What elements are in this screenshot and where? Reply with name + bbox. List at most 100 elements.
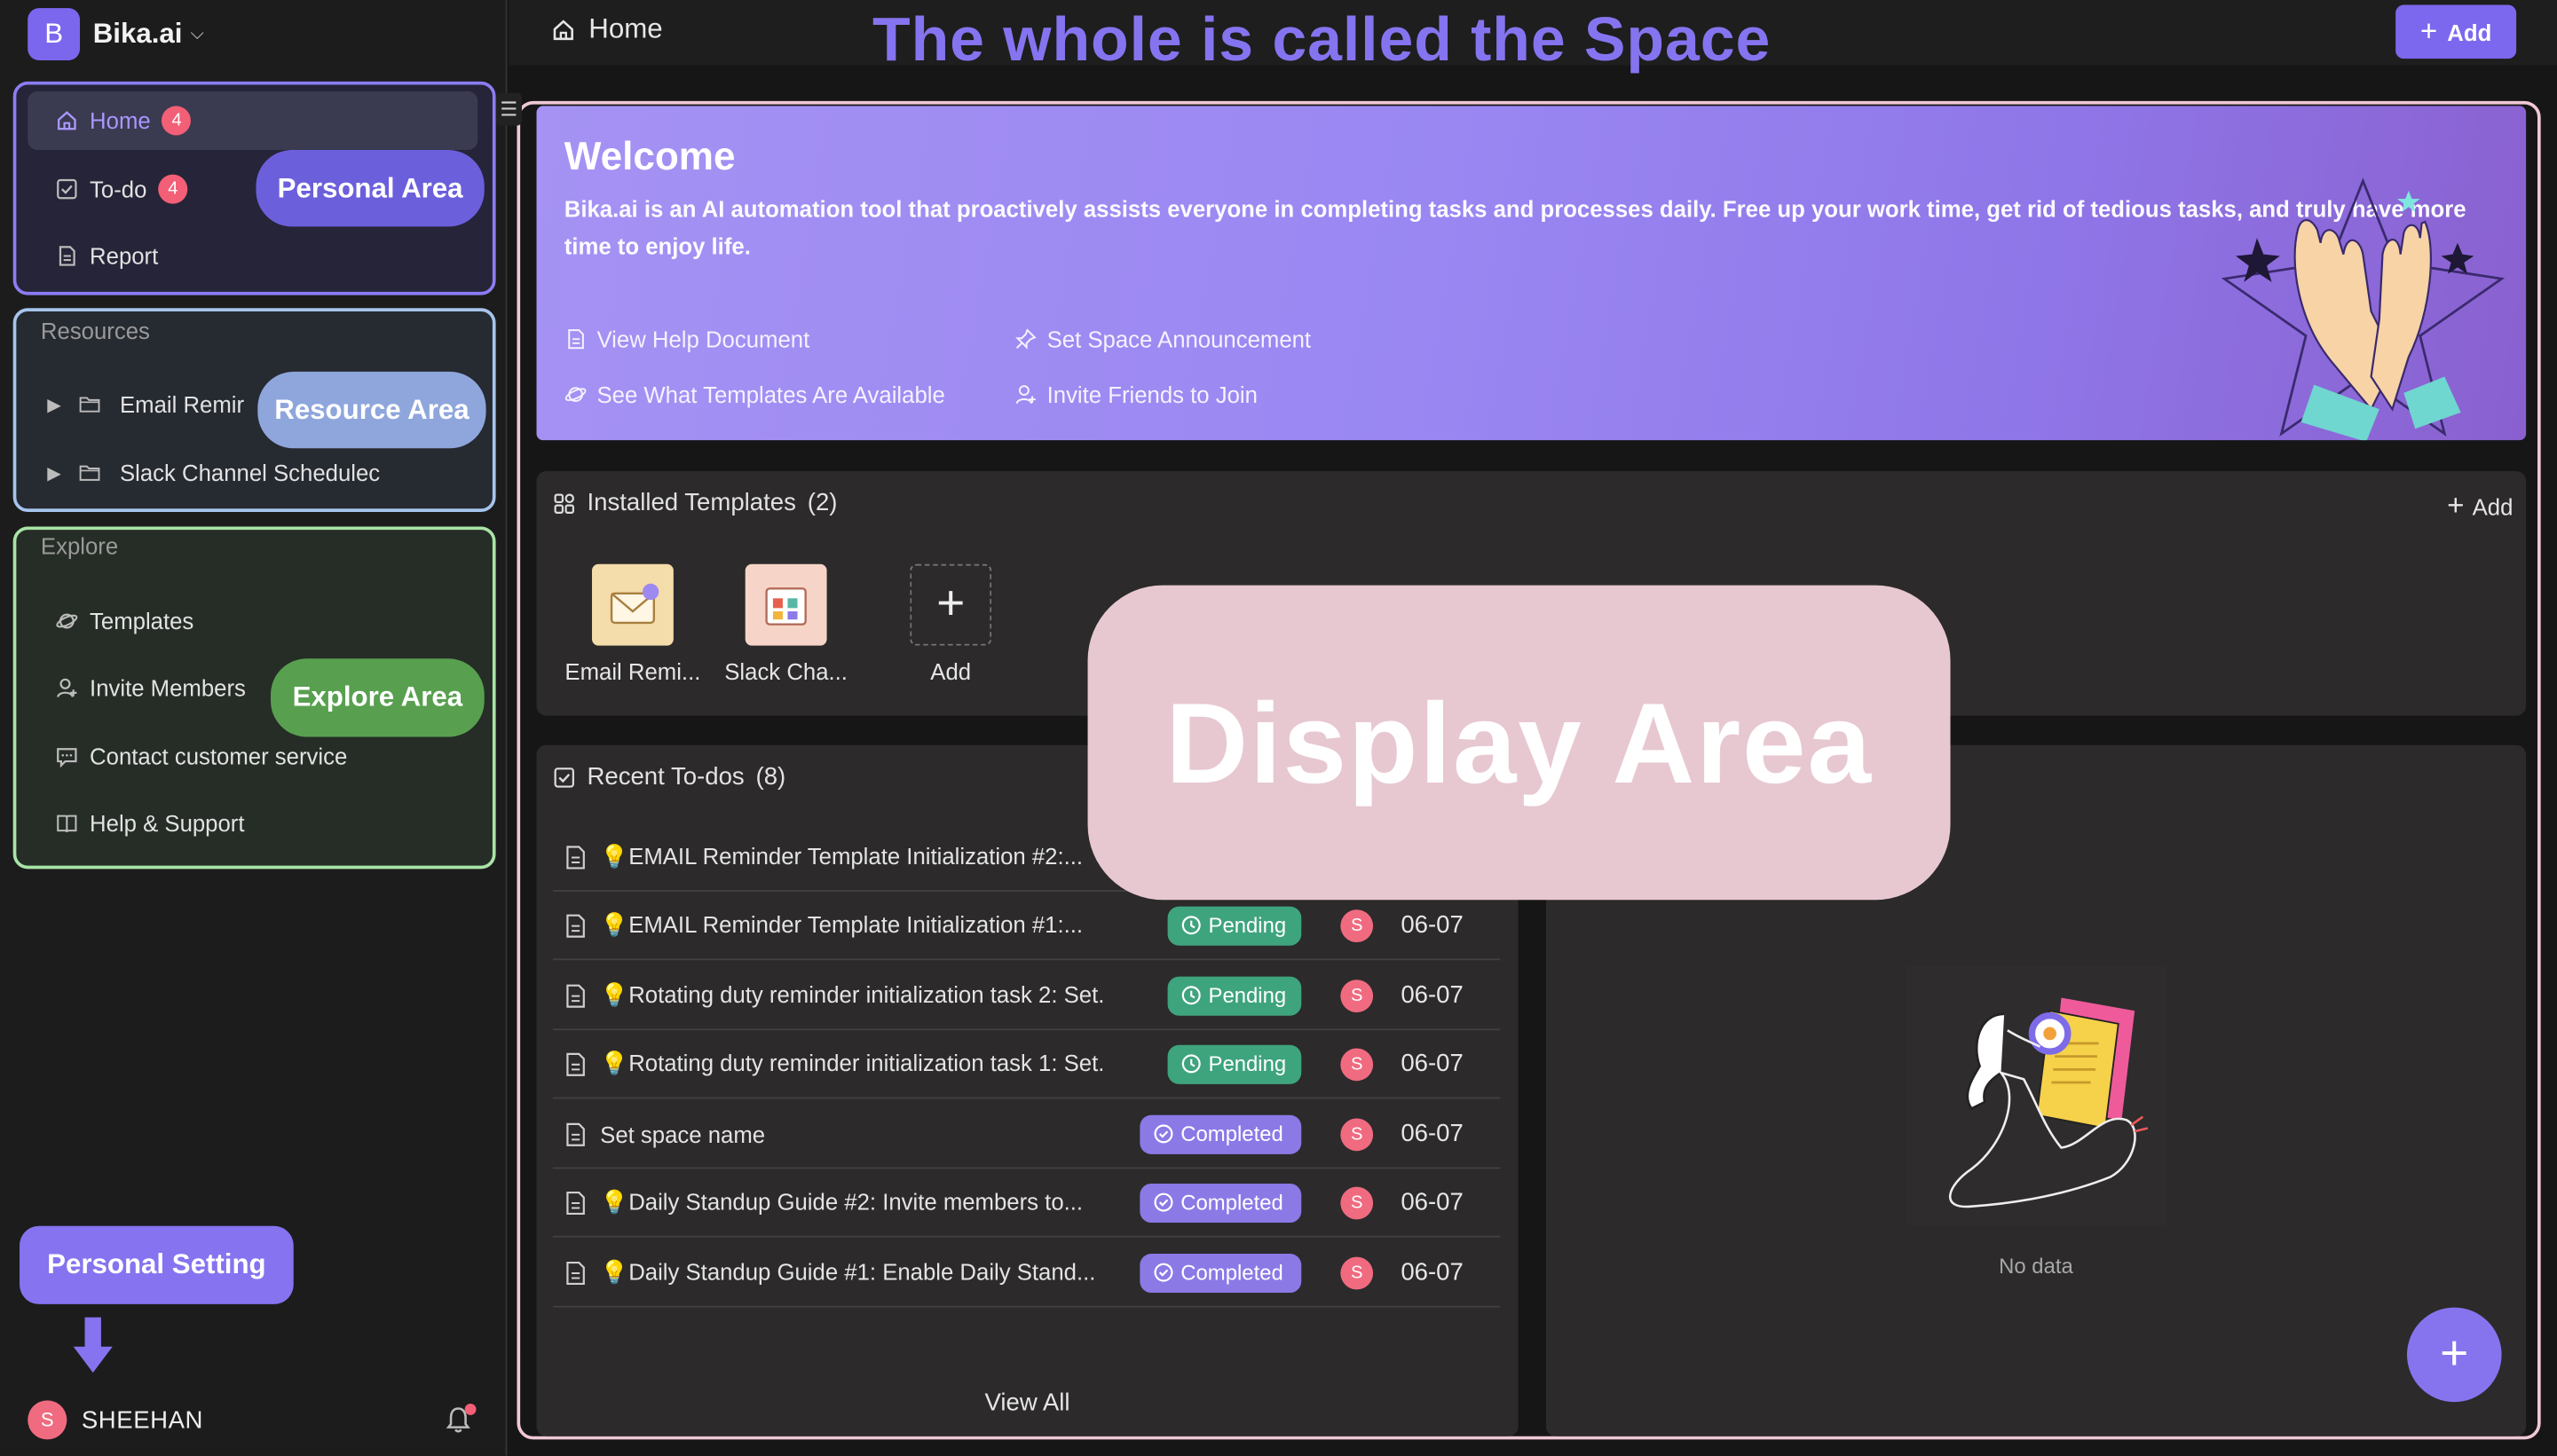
document-icon (566, 1261, 585, 1285)
space-logo: B (28, 8, 81, 60)
sidebar-item-templates[interactable]: Templates (55, 592, 193, 650)
status-label: Completed (1180, 1260, 1283, 1285)
todo-date: 06-07 (1401, 911, 1464, 940)
plus-icon: + (2447, 489, 2465, 522)
app-root: B Bika.ai ⌵ Home 4 To-do 4 Report Person… (0, 0, 2557, 1456)
home-icon (55, 109, 78, 132)
sidebar-item-label: Invite Members (90, 674, 246, 702)
count-badge: 4 (158, 174, 188, 204)
link-label: Set Space Announcement (1046, 326, 1312, 352)
see-templates-link[interactable]: See What Templates Are Available (564, 382, 945, 407)
recent-todos-header: Recent To-dos (8) (553, 763, 785, 791)
link-label: See What Templates Are Available (596, 381, 945, 408)
sidebar-item-label: Help & Support (90, 810, 245, 837)
page-title: Home (588, 12, 663, 44)
invite-friends-link[interactable]: Invite Friends to Join (1014, 382, 1258, 407)
sidebar-item-label: To-do (90, 176, 147, 202)
sidebar-item-report[interactable]: Report (55, 226, 158, 285)
avatar: S (1340, 1185, 1374, 1219)
sidebar-item-invite-members[interactable]: Invite Members (55, 658, 246, 717)
sidebar-item-todo[interactable]: To-do 4 (55, 160, 188, 218)
status-badge-pending: Pending (1167, 905, 1302, 945)
resource-item-label: Slack Channel Schedulec (119, 460, 381, 486)
welcome-banner: Welcome Bika.ai is an AI automation tool… (536, 106, 2527, 441)
status-badge-completed: Completed (1140, 1114, 1302, 1153)
todo-date: 06-07 (1401, 981, 1464, 1010)
status-badge-completed: Completed (1140, 1253, 1302, 1293)
resources-heading: Resources (40, 318, 150, 344)
card-title: Recent To-dos (587, 762, 745, 791)
status-badge-pending: Pending (1167, 975, 1302, 1015)
resource-item-label: Email Remir (119, 390, 245, 418)
calendar-icon (745, 563, 827, 646)
todo-title: 💡EMAIL Reminder Template Initialization … (600, 842, 1084, 870)
chevron-down-icon: ⌵ (190, 23, 204, 43)
installed-templates-header: Installed Templates (2) (553, 489, 837, 517)
space-switcher[interactable]: B Bika.ai ⌵ (28, 8, 204, 60)
personal-setting-label: Personal Setting (20, 1225, 294, 1304)
planet-icon (564, 387, 587, 403)
book-icon (55, 812, 78, 835)
sidebar-item-label: Report (90, 242, 159, 270)
todo-row[interactable]: 💡EMAIL Reminder Template Initialization … (552, 892, 1501, 961)
breadcrumb: Home (551, 13, 663, 46)
expand-arrow-icon[interactable]: ▶ (47, 394, 61, 415)
todo-date: 06-07 (1401, 1188, 1464, 1216)
welcome-description: Bika.ai is an AI automation tool that pr… (564, 195, 2466, 260)
template-item-slack[interactable]: Slack Cha... (705, 563, 868, 685)
todo-date: 06-07 (1401, 1258, 1464, 1287)
avatar: S (1340, 909, 1374, 942)
sidebar-item-help-support[interactable]: Help & Support (55, 794, 245, 853)
sidebar-item-label: Home (90, 107, 151, 134)
explore-heading: Explore (40, 532, 119, 560)
set-announcement-link[interactable]: Set Space Announcement (1014, 326, 1312, 352)
document-icon (566, 1122, 585, 1145)
sidebar: B Bika.ai ⌵ Home 4 To-do 4 Report Person… (0, 0, 508, 1456)
floating-add-button[interactable]: + (2407, 1307, 2502, 1403)
user-name: SHEEHAN (81, 1405, 203, 1434)
card-count: (8) (755, 762, 786, 791)
todo-row[interactable]: 💡Rotating duty reminder initialization t… (552, 1030, 1501, 1099)
check-circle-icon (1153, 1123, 1174, 1145)
todo-title: 💡Daily Standup Guide #2: Invite members … (600, 1188, 1084, 1215)
plus-icon: + (910, 563, 992, 646)
space-annotation: The whole is called the Space (872, 6, 1772, 75)
template-name: Slack Cha... (724, 658, 848, 685)
template-item-email[interactable]: Email Remi... (551, 563, 714, 685)
checkbox-icon (55, 177, 78, 201)
todo-row[interactable]: 💡Rotating duty reminder initialization t… (552, 962, 1501, 1031)
todo-row[interactable]: Set space name Completed S 06-07 (552, 1100, 1501, 1169)
folder-icon (79, 393, 102, 416)
folder-icon (79, 461, 102, 484)
explore-area-label: Explore Area (271, 658, 485, 737)
resource-item-email[interactable]: ▶ Email Remir (47, 375, 263, 434)
card-title: Installed Templates (587, 489, 796, 517)
add-user-icon (55, 677, 78, 700)
view-all-link[interactable]: View All (537, 1389, 1519, 1416)
resource-item-slack[interactable]: ▶ Slack Channel Schedulec (47, 444, 405, 502)
view-help-link[interactable]: View Help Document (564, 326, 810, 352)
sidebar-item-home[interactable]: Home 4 (28, 91, 478, 151)
user-profile[interactable]: S SHEEHAN (28, 1400, 203, 1440)
add-button[interactable]: + Add (2395, 4, 2517, 59)
check-circle-icon (1153, 1262, 1174, 1283)
status-label: Pending (1208, 912, 1287, 938)
document-icon (568, 329, 584, 350)
todo-title: Set space name (600, 1121, 766, 1147)
template-name: Add (930, 658, 972, 685)
link-label: View Help Document (596, 326, 810, 352)
sidebar-item-label: Templates (90, 608, 194, 634)
envelope-icon (591, 563, 674, 646)
add-template-tile[interactable]: + Add (869, 563, 1032, 685)
todo-row[interactable]: 💡Daily Standup Guide #2: Invite members … (552, 1169, 1501, 1238)
resource-area-label: Resource Area (257, 371, 486, 449)
status-label: Pending (1208, 982, 1287, 1008)
todo-row[interactable]: 💡Daily Standup Guide #1: Enable Daily St… (552, 1239, 1501, 1308)
home-icon (553, 19, 573, 40)
todo-title: 💡Rotating duty reminder initialization t… (600, 981, 1106, 1008)
collapse-sidebar-icon[interactable]: ☰ (495, 92, 522, 126)
todo-title: 💡Rotating duty reminder initialization t… (600, 1050, 1106, 1076)
expand-arrow-icon[interactable]: ▶ (47, 462, 61, 484)
template-name: Email Remi... (564, 658, 701, 685)
add-template-button[interactable]: + Add (2447, 489, 2513, 523)
